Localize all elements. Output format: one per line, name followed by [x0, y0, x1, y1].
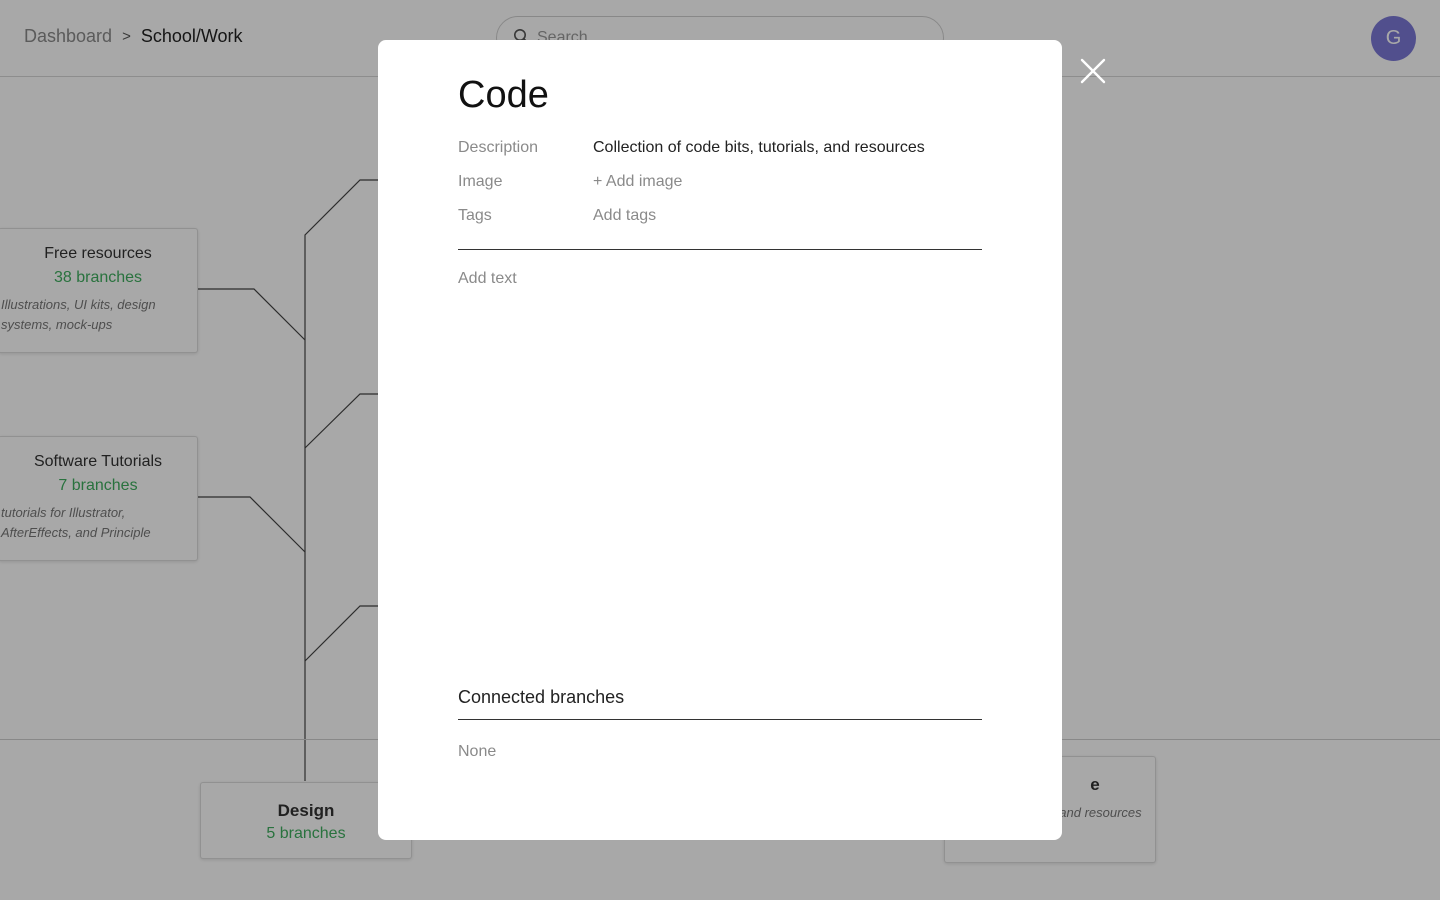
image-label: Image	[458, 173, 503, 190]
connected-branches-empty: None	[458, 743, 497, 760]
modal-title[interactable]: Code	[458, 74, 549, 117]
add-tags-button[interactable]: Add tags	[593, 207, 656, 225]
description-value[interactable]: Collection of code bits, tutorials, and …	[593, 139, 925, 157]
image-row: Image + Add image	[458, 173, 982, 191]
tags-row: Tags Add tags	[458, 207, 982, 225]
body-text-input[interactable]	[458, 270, 982, 650]
add-image-button[interactable]: + Add image	[593, 173, 682, 191]
description-label: Description	[458, 139, 539, 156]
tags-label: Tags	[458, 207, 492, 224]
divider	[458, 249, 982, 250]
description-row: Description Collection of code bits, tut…	[458, 139, 982, 157]
branch-detail-modal: Code Description Collection of code bits…	[378, 40, 1062, 840]
divider	[458, 719, 982, 720]
connected-branches-heading: Connected branches	[458, 687, 625, 707]
close-icon[interactable]	[1078, 56, 1108, 86]
